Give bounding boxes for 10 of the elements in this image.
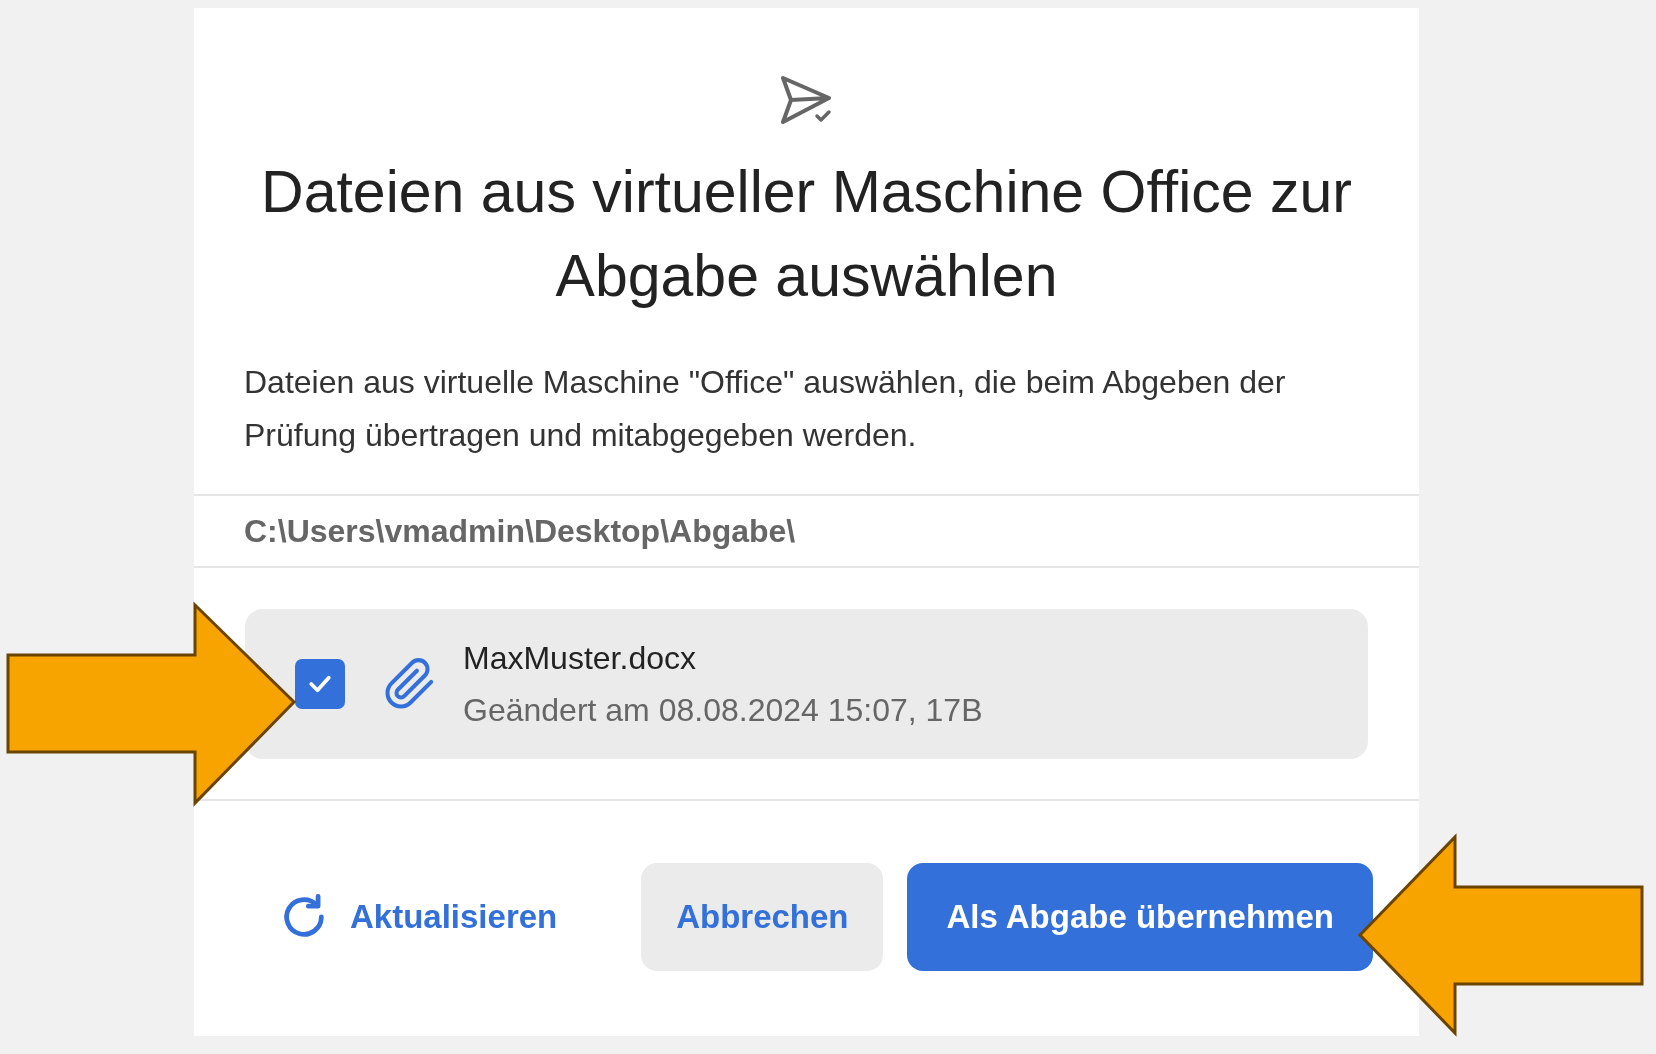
folder-path: C:\Users\vmadmin\Desktop\Abgabe\ xyxy=(244,512,796,551)
file-name: MaxMuster.docx xyxy=(463,639,697,678)
dialog-description: Dateien aus virtuelle Maschine "Office" auswählen, die beim Abgeben der Prüfung übertragen und mitabgegeben werden. xyxy=(244,363,1287,455)
dialog-title: Dateien aus virtueller Maschine Office zur Abgabe auswählen xyxy=(260,158,1353,311)
refresh-button[interactable]: Aktualisieren xyxy=(278,863,618,971)
file-row[interactable]: MaxMuster.docx Geändert am 08.08.2024 15:07, 17B xyxy=(245,609,1368,759)
submit-button[interactable]: Als Abgabe übernehmen xyxy=(907,863,1373,971)
file-details: Geändert am 08.08.2024 15:07, 17B xyxy=(463,691,983,730)
cancel-button[interactable]: Abbrechen xyxy=(641,863,884,971)
file-checkbox[interactable] xyxy=(295,659,345,709)
